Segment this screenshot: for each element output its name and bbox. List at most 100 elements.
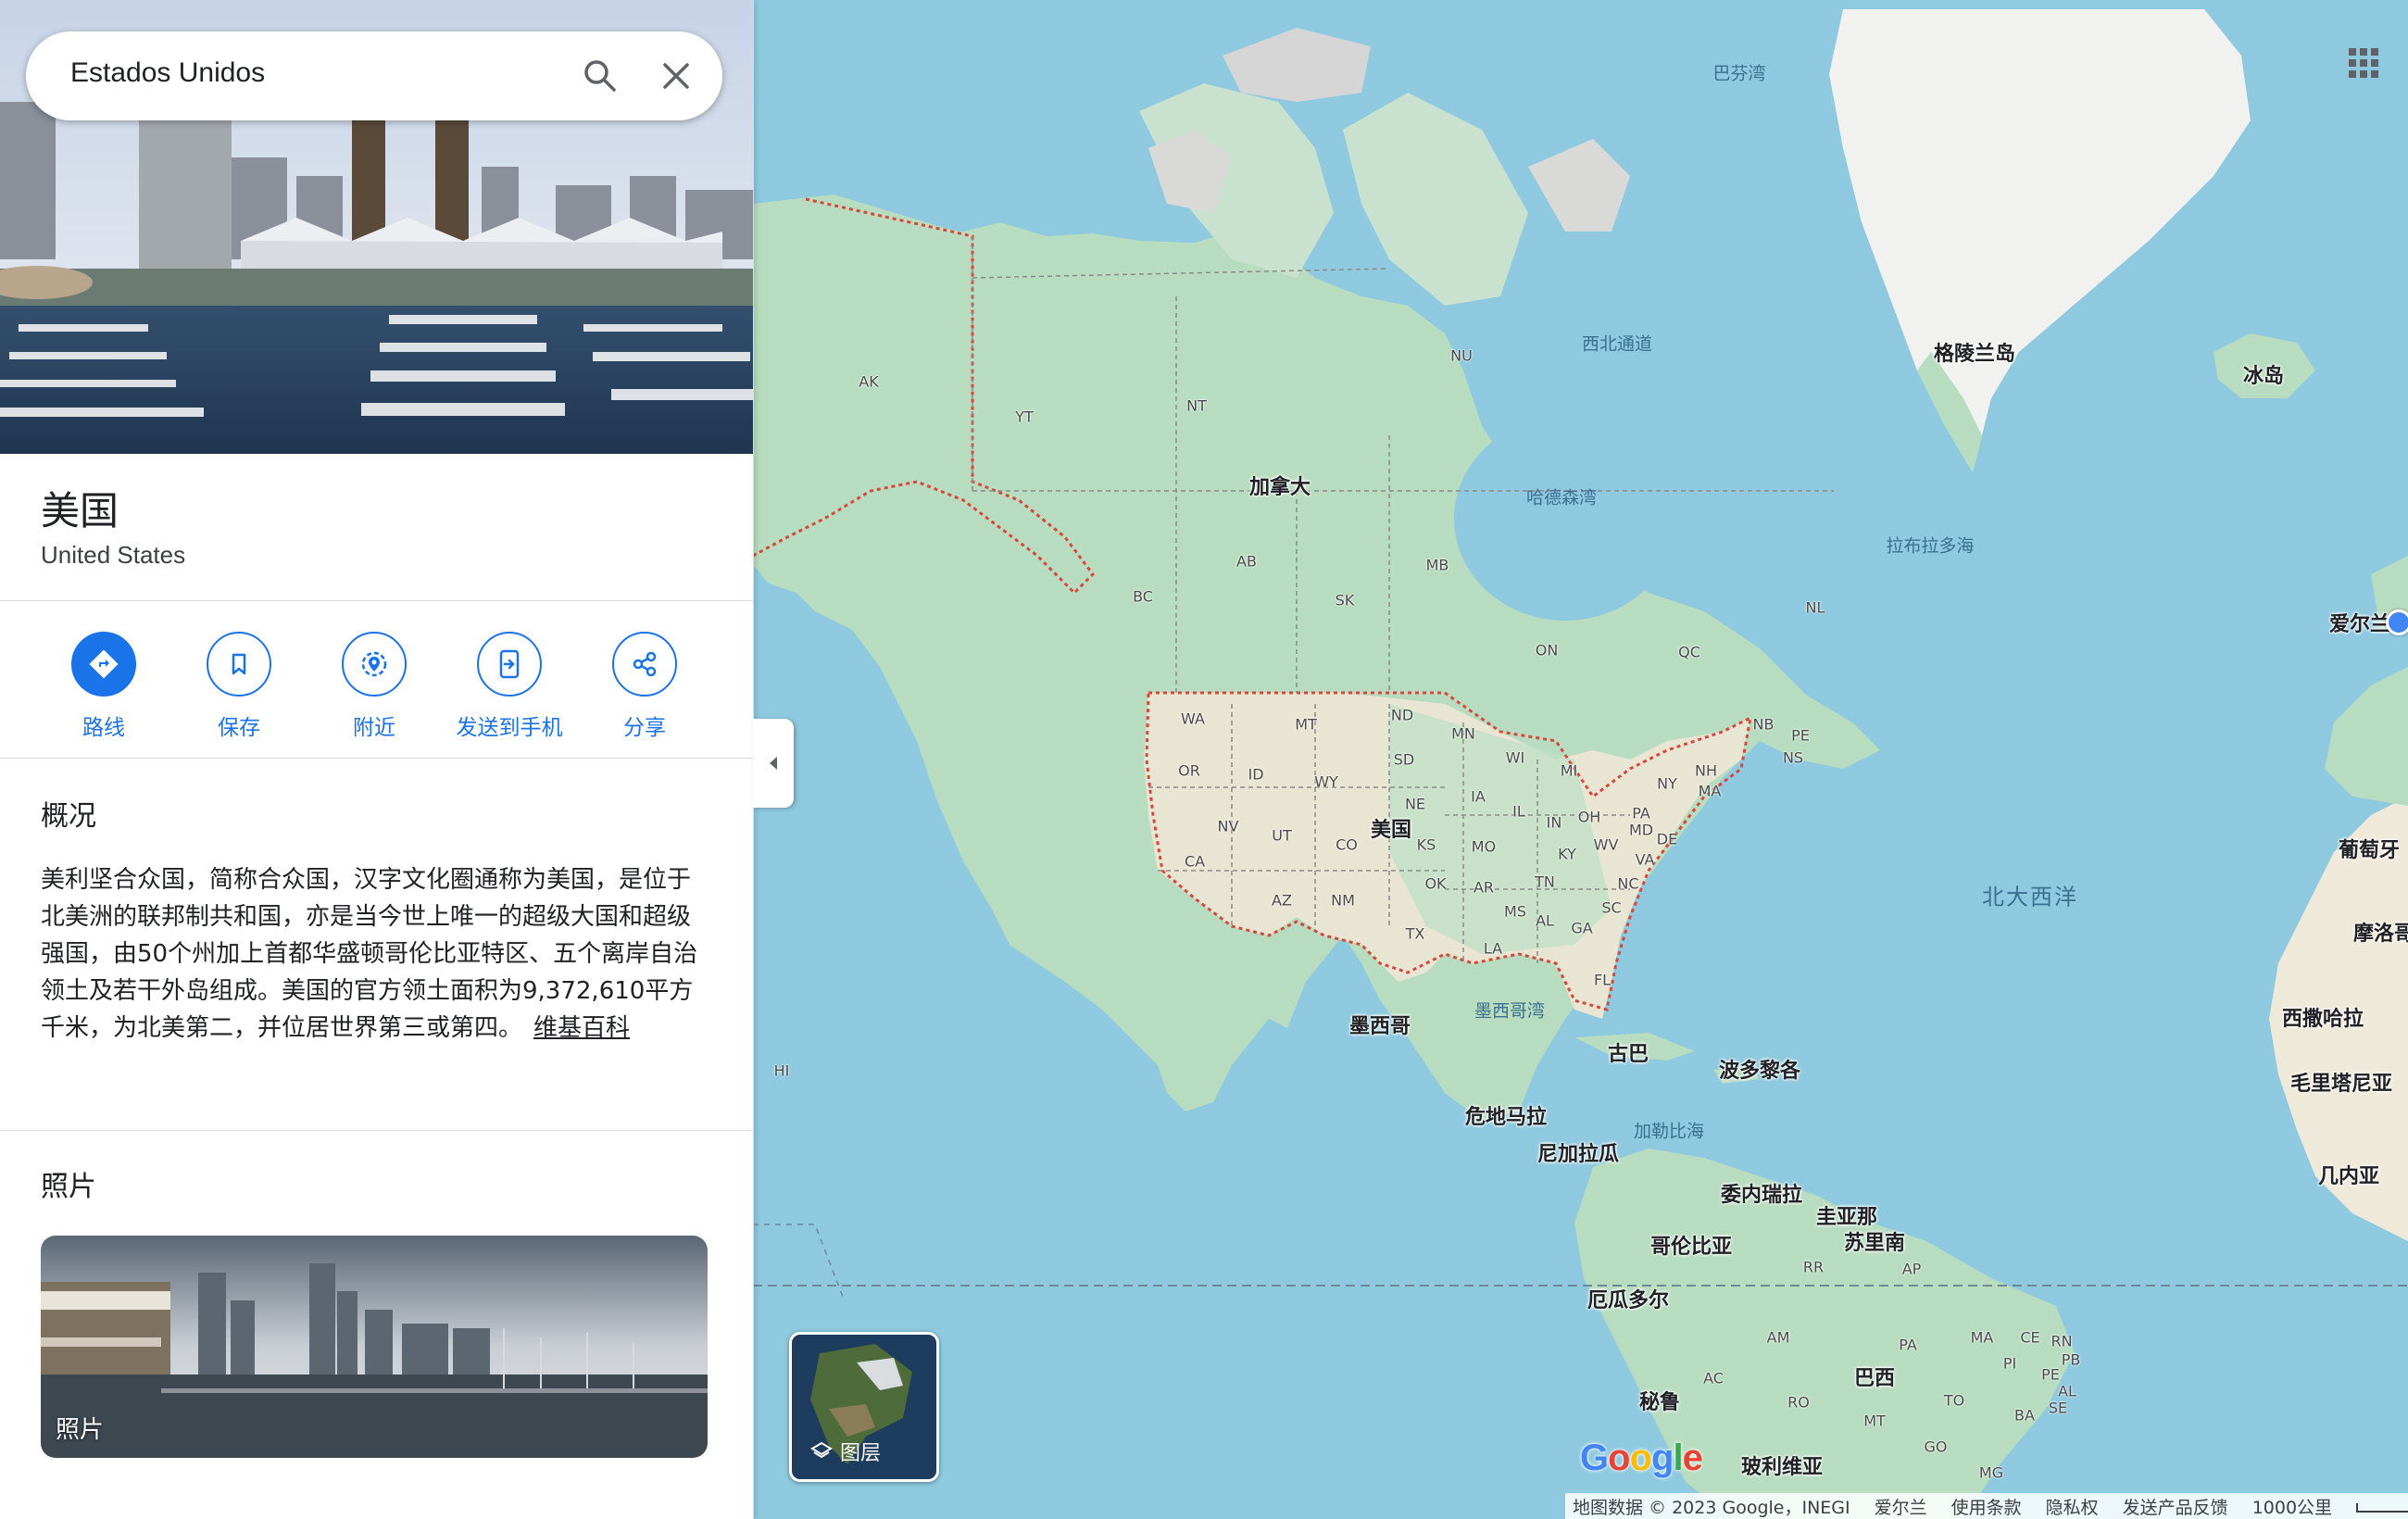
map-label-puerto-rico[interactable]: 波多黎各 [1719, 1054, 1800, 1084]
map-label-mg: MG [1978, 1463, 2004, 1482]
map-label-hudson-bay: 哈德森湾 [1525, 487, 1598, 508]
map-label-iceland[interactable]: 冰岛 [2243, 359, 2284, 389]
nearby-label: 附近 [353, 716, 395, 740]
map-label-nicaragua[interactable]: 尼加拉瓜 [1537, 1137, 1619, 1167]
map-label-ca: CA [1184, 852, 1206, 871]
map-label-hi: HI [773, 1061, 790, 1080]
save-button[interactable]: 保存 [174, 632, 304, 741]
map-label-cuba[interactable]: 古巴 [1608, 1037, 1649, 1067]
region-link[interactable]: 爱尔兰 [1875, 1494, 1927, 1519]
scale-label[interactable]: 1000公里 [2252, 1494, 2408, 1519]
map-label-pb: PB [2061, 1350, 2081, 1369]
map-label-ac: AC [1703, 1369, 1724, 1387]
scale-text: 1000公里 [2251, 1497, 2333, 1518]
search-input[interactable]: Estados Unidos [70, 57, 265, 89]
divider [0, 600, 753, 601]
privacy-link[interactable]: 隐私权 [2046, 1494, 2099, 1519]
map-label-peru[interactable]: 秘鲁 [1639, 1386, 1680, 1415]
map-label-ecuador[interactable]: 厄瓜多尔 [1587, 1284, 1669, 1313]
map-label-mn: MN [1451, 724, 1475, 743]
map-label-mt-br: MT [1863, 1412, 1886, 1430]
hero-photo[interactable]: Estados Unidos [0, 0, 753, 454]
place-panel: Estados Unidos 美国 United States 路线 保存 附近… [0, 0, 754, 1519]
send-to-phone-icon [499, 649, 520, 679]
map-label-wi: WI [1505, 748, 1525, 767]
map-label-venezuela[interactable]: 委内瑞拉 [1721, 1178, 1802, 1208]
map-label-tx: TX [1405, 924, 1425, 943]
map-label-ce: CE [2020, 1328, 2040, 1347]
map-label-guinea[interactable]: 几内亚 [2318, 1160, 2379, 1189]
map-label-ny: NY [1657, 774, 1677, 793]
collapse-panel-button[interactable] [753, 719, 794, 808]
map-label-qc: QC [1678, 643, 1700, 661]
map-label-western-sahara[interactable]: 西撒哈拉 [2282, 1002, 2364, 1032]
map-label-gulf-of-mexico: 墨西哥湾 [1474, 1000, 1546, 1022]
share-button[interactable]: 分享 [580, 632, 709, 741]
map-label-am: AM [1766, 1328, 1790, 1347]
share-icon [633, 651, 657, 677]
map-label-nd: ND [1390, 706, 1414, 724]
location-marker[interactable] [2386, 609, 2408, 635]
map-label-sk: SK [1335, 591, 1355, 609]
map-label-sd: SD [1393, 750, 1415, 769]
directions-label: 路线 [82, 716, 125, 740]
map-label-nt: NT [1186, 396, 1207, 415]
feedback-link[interactable]: 发送产品反馈 [2123, 1494, 2228, 1519]
map-label-guatemala[interactable]: 危地马拉 [1465, 1100, 1547, 1130]
map-label-ar: AR [1473, 878, 1495, 897]
apps-grid-icon[interactable] [2347, 46, 2380, 80]
map-label-ro: RO [1787, 1393, 1810, 1412]
map-label-az: AZ [1272, 891, 1292, 910]
terms-link[interactable]: 使用条款 [1951, 1494, 2022, 1519]
map-label-colombia[interactable]: 哥伦比亚 [1650, 1230, 1732, 1260]
map-label-north-atlantic: 北大西洋 [1982, 884, 2078, 910]
map-label-mb: MB [1425, 556, 1449, 574]
wikipedia-link[interactable]: 维基百科 [533, 1014, 630, 1042]
map-label-va: VA [1635, 850, 1655, 869]
save-label: 保存 [218, 716, 260, 740]
map-label-portugal[interactable]: 葡萄牙 [2339, 834, 2400, 863]
map-label-ap: AP [1901, 1260, 1922, 1278]
map-label-nu: NU [1450, 346, 1473, 365]
directions-button[interactable]: 路线 [39, 632, 169, 741]
map-label-brazil[interactable]: 巴西 [1854, 1362, 1895, 1391]
close-icon[interactable] [656, 56, 696, 96]
search-icon[interactable] [580, 56, 621, 96]
layers-button[interactable]: 图层 [789, 1332, 939, 1482]
map-label-mexico[interactable]: 墨西哥 [1349, 1010, 1411, 1039]
map-label-mi: MI [1560, 761, 1578, 780]
map-label-pe: PE [1791, 726, 1810, 745]
map-label-suriname[interactable]: 苏里南 [1844, 1226, 1905, 1256]
photo-card[interactable]: 照片 [41, 1236, 708, 1458]
map-label-ma-br: MA [1970, 1328, 1994, 1347]
map-label-ireland[interactable]: 爱尔兰 [2329, 608, 2390, 637]
map-label-mauritania[interactable]: 毛里塔尼亚 [2290, 1067, 2392, 1097]
map-label-canada[interactable]: 加拿大 [1249, 471, 1311, 500]
search-box[interactable]: Estados Unidos [26, 31, 722, 120]
map-label-wv: WV [1593, 835, 1619, 854]
map-label-nc: NC [1617, 874, 1639, 893]
map-label-greenland[interactable]: 格陵兰岛 [1934, 337, 2015, 367]
map-label-morocco[interactable]: 摩洛哥 [2353, 917, 2408, 947]
divider [0, 1130, 753, 1131]
overview-text: 美利坚合众国，简称合众国，汉字文化圈通称为美国，是位于北美洲的联邦制共和国，亦是… [41, 861, 708, 1047]
copyright-text: 地图数据 © 2023 Google，INEGI [1573, 1497, 1850, 1518]
map-label-ak: AK [859, 372, 879, 391]
map-label-ms: MS [1504, 902, 1526, 921]
map-label-al: AL [1536, 911, 1554, 930]
map-label-caribbean-sea: 加勒比海 [1633, 1121, 1705, 1142]
scale-bar [2356, 1503, 2408, 1513]
map-label-pe-br: PE [2041, 1365, 2060, 1384]
map-label-usa[interactable]: 美国 [1371, 813, 1411, 843]
map-label-bolivia[interactable]: 玻利维亚 [1741, 1450, 1823, 1480]
map-label-labrador-sea: 拉布拉多海 [1886, 535, 1975, 557]
map-label-rn: RN [2051, 1332, 2073, 1350]
map-label-tn: TN [1535, 872, 1555, 891]
photos-heading: 照片 [41, 1171, 96, 1203]
share-label: 分享 [623, 716, 666, 740]
map-label-wa: WA [1181, 709, 1205, 728]
send-to-phone-button[interactable]: 发送到手机 [445, 632, 574, 741]
nearby-button[interactable]: 附近 [309, 632, 439, 741]
send-to-phone-label: 发送到手机 [456, 716, 563, 740]
layers-label: 图层 [840, 1442, 882, 1465]
